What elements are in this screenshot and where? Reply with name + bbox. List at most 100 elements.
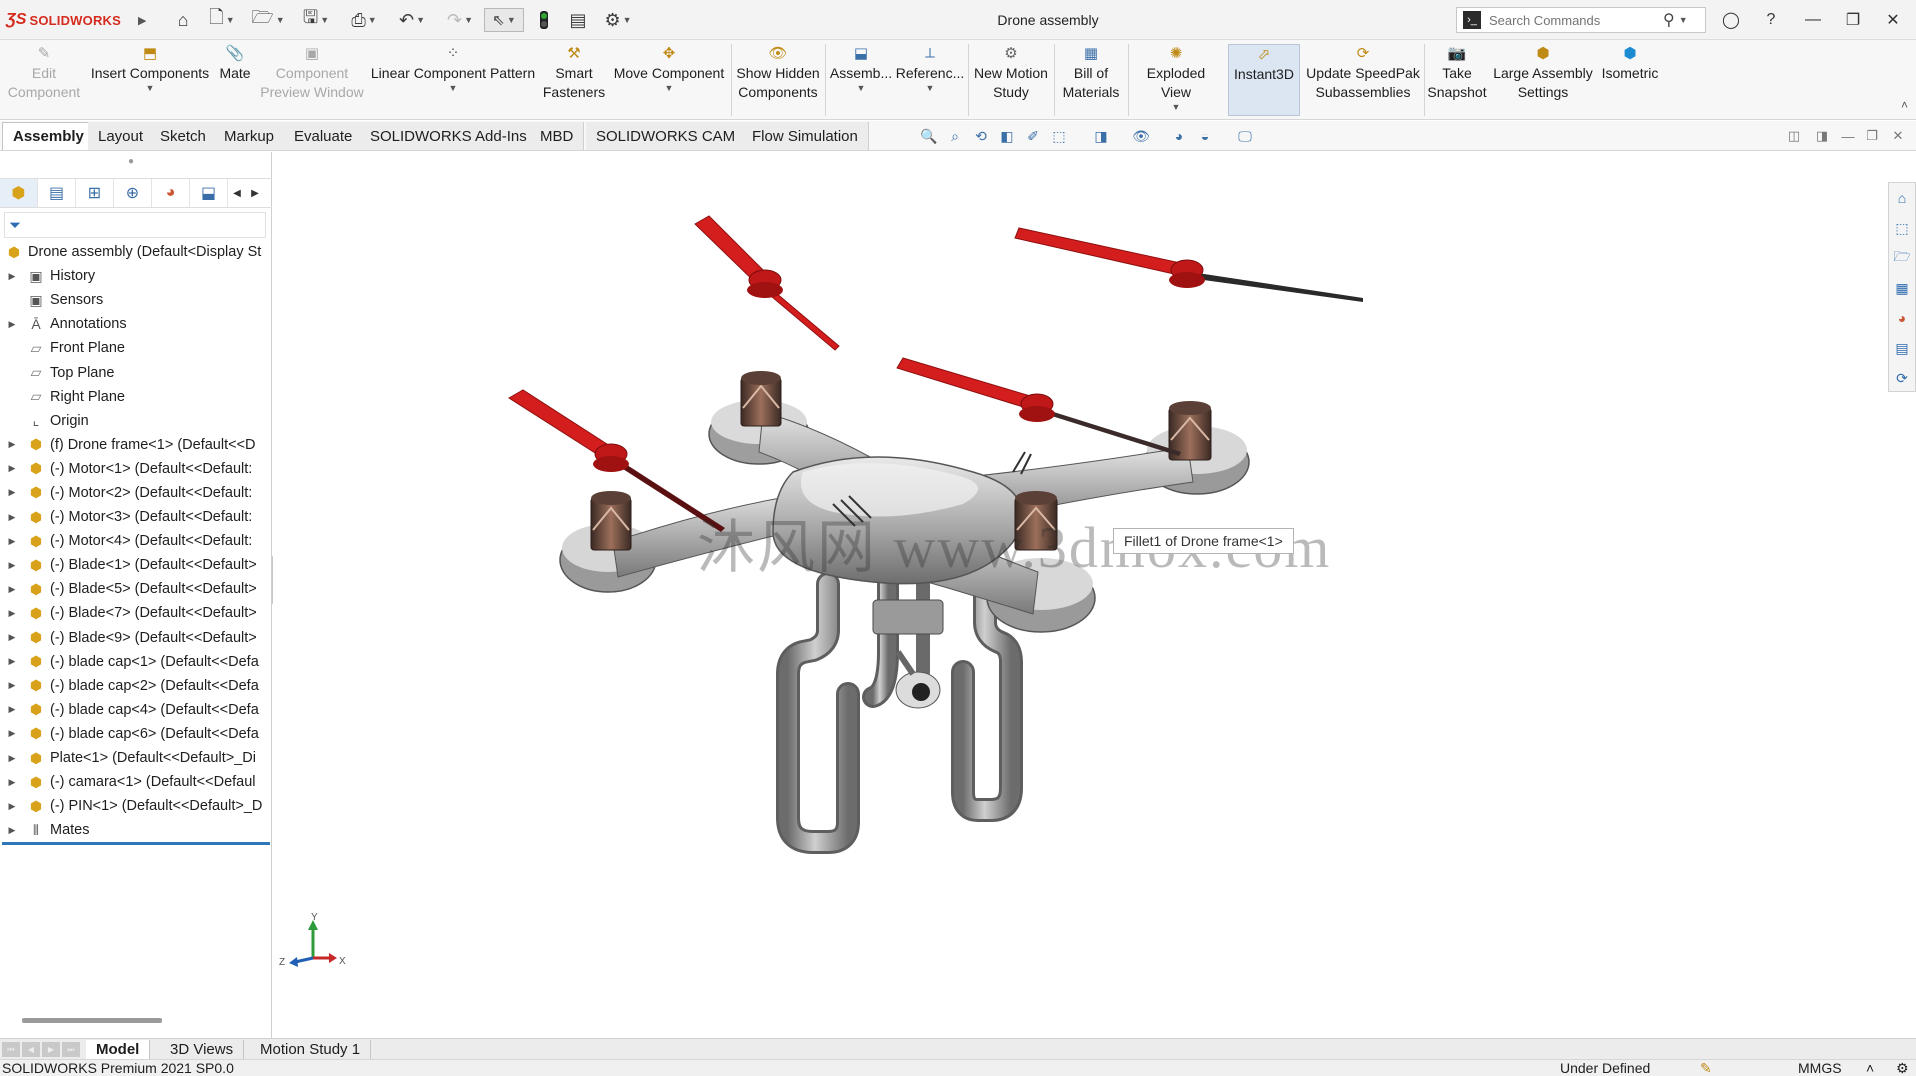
tab-layout[interactable]: Layout <box>88 122 155 150</box>
search-input[interactable] <box>1489 12 1659 28</box>
tree-item[interactable]: ▶ ⫴ Mates <box>0 818 272 842</box>
hide-show-items-icon[interactable]: 👁 <box>1130 126 1152 146</box>
dynamic-annotation-icon[interactable]: ✐ <box>1022 126 1044 146</box>
isometric-button[interactable]: ⬢ Isometric <box>1598 44 1662 116</box>
previous-tab-icon[interactable]: ◀ <box>22 1042 40 1057</box>
new-motion-study-button[interactable]: ⚙ New Motion Study <box>972 44 1050 116</box>
tab-3d-views[interactable]: 3D Views <box>160 1040 245 1059</box>
horizontal-scrollbar[interactable] <box>22 1018 162 1023</box>
tree-item[interactable]: ▱ Front Plane <box>0 336 272 360</box>
tree-item[interactable]: ▶ ⬢ (-) Motor<1> (Default<<Default: <box>0 457 272 481</box>
bill-of-materials-button[interactable]: ▦ Bill of Materials <box>1058 44 1124 116</box>
expand-arrow-icon[interactable]: ▶ <box>6 584 18 595</box>
view-settings-icon[interactable]: 🖵 <box>1234 126 1256 146</box>
expand-arrow-icon[interactable]: ▶ <box>6 487 18 498</box>
chevron-down-icon[interactable]: ▼ <box>1679 15 1688 25</box>
drone-model[interactable] <box>273 152 1916 1038</box>
move-component-button[interactable]: ✥ Move Component ▼ <box>612 44 726 116</box>
tab-markup[interactable]: Markup <box>214 122 286 150</box>
motor-2[interactable] <box>740 371 782 427</box>
file-explorer-icon[interactable]: 🗁 <box>1889 243 1915 273</box>
expand-arrow-icon[interactable]: ▶ <box>6 728 18 739</box>
first-tab-icon[interactable]: ⏮ <box>2 1042 20 1057</box>
apply-scene-icon[interactable]: ◒ <box>1194 126 1216 146</box>
expand-arrow-icon[interactable]: ▶ <box>6 439 18 450</box>
tab-cam[interactable]: SOLIDWORKS CAM <box>586 122 747 150</box>
tab-evaluate[interactable]: Evaluate <box>284 122 364 150</box>
section-view-icon[interactable]: ◧ <box>996 126 1018 146</box>
graphics-area[interactable]: 沐风网 www.3dmox.com Fillet1 of Drone frame… <box>273 152 1916 1038</box>
last-tab-icon[interactable]: ⏭ <box>62 1042 80 1057</box>
tree-item[interactable]: ▶ ⬢ (-) Blade<1> (Default<<Default> <box>0 553 272 577</box>
display-style-icon[interactable]: ◨ <box>1090 126 1112 146</box>
expand-arrow-icon[interactable]: ▶ <box>6 777 18 788</box>
split-pane-icon[interactable]: ◫ <box>1784 126 1804 146</box>
next-tab-icon[interactable]: ▶ <box>42 1042 60 1057</box>
tab-motion-study-1[interactable]: Motion Study 1 <box>250 1040 372 1059</box>
expand-arrow-icon[interactable]: ▶ <box>6 463 18 474</box>
tree-item[interactable]: ▶ ⬢ (-) camara<1> (Default<<Defaul <box>0 770 272 794</box>
help-icon[interactable]: ? <box>1756 8 1786 32</box>
expand-arrow-icon[interactable]: ▶ <box>6 656 18 667</box>
tree-filter[interactable]: ⏷ <box>4 212 266 238</box>
tree-item[interactable]: ⬢ Drone assembly (Default<Display St <box>0 240 272 264</box>
tree-item[interactable]: ▶ ⬢ (f) Drone frame<1> (Default<<D <box>0 433 272 457</box>
solidworks-forum-icon[interactable]: ⟳ <box>1889 363 1915 393</box>
tree-item[interactable]: ▣ Sensors <box>0 288 272 312</box>
expand-arrow-icon[interactable]: ▶ <box>6 608 18 619</box>
solidworks-resources-icon[interactable]: ⌂ <box>1889 183 1915 213</box>
expand-arrow-icon[interactable]: ▶ <box>6 512 18 523</box>
expand-arrow-icon[interactable]: ▶ <box>6 536 18 547</box>
expand-arrow-icon[interactable]: ▶ <box>6 801 18 812</box>
motor-1[interactable] <box>590 491 632 551</box>
large-assembly-settings-button[interactable]: ⬢ Large Assembly Settings <box>1492 44 1594 116</box>
show-hidden-components-button[interactable]: 👁 Show Hidden Components <box>736 44 820 116</box>
tab-assembly[interactable]: Assembly <box>2 122 95 150</box>
expand-arrow-icon[interactable]: ▶ <box>6 825 18 836</box>
edit-appearance-icon[interactable]: ◕ <box>1168 126 1190 146</box>
zoom-to-area-icon[interactable]: ⌕ <box>944 126 966 146</box>
rebuild-status-icon[interactable]: ✎ <box>1700 1060 1712 1076</box>
featuremanager-tab-icon[interactable]: ⬢ <box>0 179 38 207</box>
mate-button[interactable]: 📎 Mate <box>216 44 254 116</box>
tree-item[interactable]: ▶ ⬢ (-) blade cap<6> (Default<<Defa <box>0 722 272 746</box>
close-doc-icon[interactable]: ✕ <box>1888 126 1908 146</box>
edit-component-button[interactable]: ✎ Edit Component <box>4 44 84 116</box>
panel-tabs-right-icon[interactable]: ▶ <box>246 179 264 207</box>
tree-item[interactable]: ▶ ⬢ (-) Motor<2> (Default<<Default: <box>0 481 272 505</box>
minimize-doc-icon[interactable]: — <box>1838 126 1858 146</box>
configurationmanager-tab-icon[interactable]: ⊞ <box>76 179 114 207</box>
tree-item[interactable]: ▶ ⬢ Plate<1> (Default<<Default>_Di <box>0 746 272 770</box>
zoom-to-fit-icon[interactable]: 🔍 <box>918 126 940 146</box>
tree-item[interactable]: ▶ ⬢ (-) Blade<7> (Default<<Default> <box>0 601 272 625</box>
tree-item[interactable]: ▶ ⬢ (-) blade cap<4> (Default<<Defa <box>0 698 272 722</box>
design-library-icon[interactable]: ⬚ <box>1889 213 1915 243</box>
exploded-view-button[interactable]: ✺ Exploded View ▼ <box>1132 44 1220 116</box>
displaymanager-tab-icon[interactable]: ◕ <box>152 179 190 207</box>
expand-arrow-icon[interactable]: ▶ <box>6 632 18 643</box>
view-orientation-icon[interactable]: ⬚ <box>1048 126 1070 146</box>
restore-doc-icon[interactable]: ❐ <box>1862 126 1882 146</box>
expand-arrow-icon[interactable]: ▶ <box>6 680 18 691</box>
previous-view-icon[interactable]: ⟲ <box>970 126 992 146</box>
appearances-icon[interactable]: ◕ <box>1889 303 1915 333</box>
tree-item[interactable]: ▶ ▣ History <box>0 264 272 288</box>
tree-item[interactable]: ▶ ⬢ (-) Blade<5> (Default<<Default> <box>0 577 272 601</box>
panel-tabs-left-icon[interactable]: ◀ <box>228 179 246 207</box>
tree-item[interactable]: ▶ ⬢ (-) Blade<9> (Default<<Default> <box>0 626 272 650</box>
view-palette-icon[interactable]: ▦ <box>1889 273 1915 303</box>
tree-item[interactable]: ▱ Right Plane <box>0 385 272 409</box>
instant3d-button[interactable]: ⬀ Instant3D <box>1228 44 1300 116</box>
search-commands-box[interactable]: ›_ ⚲ ▼ <box>1456 7 1706 33</box>
take-snapshot-button[interactable]: 📷 Take Snapshot <box>1427 44 1486 116</box>
custom-properties-icon[interactable]: ▤ <box>1889 333 1915 363</box>
tab-mbd[interactable]: MBD <box>530 122 585 150</box>
minimize-window-icon[interactable]: — <box>1798 8 1828 32</box>
cam-tab-icon[interactable]: ⬓ <box>190 179 228 207</box>
component-preview-button[interactable]: ▣ Component Preview Window <box>260 44 364 116</box>
expand-arrow-icon[interactable]: ▶ <box>6 319 18 330</box>
assembly-features-button[interactable]: ⬓ Assemb... ▼ <box>830 44 892 116</box>
tab-sketch[interactable]: Sketch <box>150 122 217 150</box>
smart-fasteners-button[interactable]: ⚒ Smart Fasteners <box>540 44 608 116</box>
tab-addins[interactable]: SOLIDWORKS Add-Ins <box>360 122 538 150</box>
